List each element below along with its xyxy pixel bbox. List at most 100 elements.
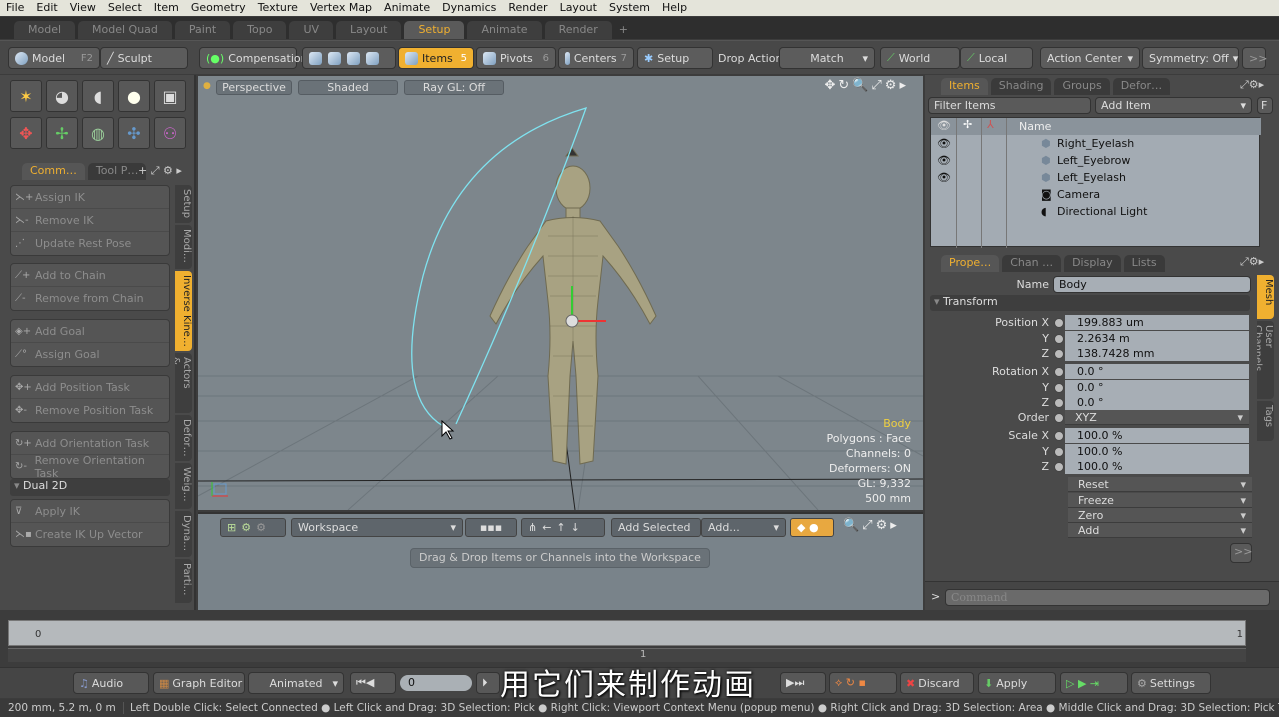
vtab-particles[interactable]: Parti…: [175, 559, 192, 603]
menu-layout[interactable]: Layout: [554, 0, 603, 16]
tab-topo[interactable]: Topo: [233, 21, 287, 39]
compensation-button[interactable]: (●) Compensation: [199, 47, 308, 69]
remove-ik-button[interactable]: ⋋- Remove IK: [11, 209, 169, 232]
layout-grid-button[interactable]: ▪▪▪: [465, 518, 517, 537]
tab-deformers[interactable]: Defor…: [1112, 78, 1171, 95]
hierarchy-nav-buttons[interactable]: ⋔←↑↓: [521, 518, 605, 537]
viewport-menu-icon[interactable]: ●: [203, 81, 211, 91]
tab-setup[interactable]: Setup: [404, 21, 465, 39]
name-column-header[interactable]: Name: [1019, 120, 1051, 133]
tab-animate[interactable]: Animate: [467, 21, 542, 39]
tab-uv[interactable]: UV: [289, 21, 334, 39]
items-mode-button[interactable]: Items 5: [398, 47, 474, 69]
dual-2d-section[interactable]: ▾ Dual 2D: [10, 479, 170, 496]
add-goal-button[interactable]: ◈+ Add Goal: [11, 320, 169, 343]
add-link-icon[interactable]: ⚙: [256, 521, 266, 534]
workspace-nav-icons[interactable]: 🔍⤢⚙▸: [843, 518, 900, 533]
command-input[interactable]: Command: [945, 589, 1270, 606]
menu-texture[interactable]: Texture: [252, 0, 304, 16]
apply-button[interactable]: ⬇ Apply: [978, 672, 1056, 694]
setup-mode-button[interactable]: ✱ Setup: [637, 47, 713, 69]
menu-file[interactable]: File: [0, 0, 30, 16]
world-button[interactable]: ⟋ World: [880, 47, 960, 69]
model-button[interactable]: Model F2: [8, 47, 100, 69]
menu-help[interactable]: Help: [656, 0, 693, 16]
tab-render[interactable]: Render: [544, 21, 612, 39]
frame-input[interactable]: 0: [400, 675, 472, 691]
eye-icon[interactable]: 👁: [937, 137, 951, 150]
vtab-modifiers[interactable]: Modi…: [175, 225, 192, 269]
selection-mode-buttons[interactable]: [302, 47, 396, 69]
assign-goal-button[interactable]: ⟋° Assign Goal: [11, 343, 169, 366]
tab-lists[interactable]: Lists: [1123, 255, 1165, 272]
menu-view[interactable]: View: [64, 0, 102, 16]
toolbar-more-button[interactable]: >>: [1242, 47, 1267, 69]
remove-orientation-task-button[interactable]: ↻- Remove Orientation Task: [11, 454, 169, 480]
raygl-toggle[interactable]: Ray GL: Off: [404, 80, 504, 95]
panel-header-icons[interactable]: + ⤢ ⚙ ▸: [138, 164, 182, 178]
items-panel-header-icons[interactable]: ⤢⚙▸: [1240, 78, 1264, 92]
scale-z-input[interactable]: 100.0 %: [1065, 459, 1249, 474]
vtab-deformers[interactable]: Defor…: [175, 415, 192, 461]
rotate-tool-icon[interactable]: ✢: [46, 117, 78, 149]
item-row[interactable]: 👁 ⬢ Left_Eyebrow: [931, 154, 1261, 171]
position-x-input[interactable]: 199.883 um: [1065, 315, 1249, 330]
item-row[interactable]: ◖ Directional Light: [931, 205, 1261, 222]
vtab-dynamics[interactable]: Dyna…: [175, 511, 192, 557]
tab-properties[interactable]: Prope…: [941, 255, 1000, 272]
menu-select[interactable]: Select: [102, 0, 148, 16]
item-row[interactable]: ◙ Camera: [931, 188, 1261, 205]
apply-ik-button[interactable]: ⊽ Apply IK: [11, 500, 169, 523]
timeline-track[interactable]: 0 1: [8, 620, 1246, 646]
item-row[interactable]: 👁 ⬢ Left_Eyelash: [931, 171, 1261, 188]
keyframe-dot[interactable]: [1054, 447, 1064, 457]
camera-tool-icon[interactable]: ◕: [46, 80, 78, 112]
move-tool-icon[interactable]: ✥: [10, 117, 42, 149]
keyframe-dot[interactable]: [1054, 318, 1064, 328]
position-y-input[interactable]: 2.2634 m: [1065, 331, 1249, 346]
add-to-chain-button[interactable]: ⟋+ Add to Chain: [11, 264, 169, 287]
vtab-weights[interactable]: Weig…: [175, 463, 192, 509]
add-dropdown[interactable]: Add: [1068, 523, 1252, 538]
sun-light-icon[interactable]: ●: [118, 80, 150, 112]
animated-dropdown[interactable]: Animated ▾: [248, 672, 344, 694]
menu-dynamics[interactable]: Dynamics: [436, 0, 502, 16]
camera-rig-icon[interactable]: ▣: [154, 80, 186, 112]
workspace-dropdown[interactable]: Workspace ▾: [291, 518, 463, 537]
tab-channels[interactable]: Chan …: [1002, 255, 1062, 272]
properties-more-button[interactable]: >>: [1230, 543, 1252, 563]
tab-model-quad[interactable]: Model Quad: [78, 21, 172, 39]
keyframe-dot[interactable]: [1054, 367, 1064, 377]
add-tab-button[interactable]: +: [615, 21, 632, 39]
local-button[interactable]: ⟋ Local: [960, 47, 1033, 69]
keyframe-dot[interactable]: [1054, 398, 1064, 408]
playback-buttons[interactable]: ▷ ▶ ⇥: [1060, 672, 1128, 694]
vtab-mesh[interactable]: Mesh: [1257, 275, 1274, 319]
pivots-mode-button[interactable]: Pivots 6: [476, 47, 556, 69]
polygon-mode-icon[interactable]: [347, 51, 360, 65]
scale-x-input[interactable]: 100.0 %: [1065, 428, 1249, 443]
transform-tool-icon[interactable]: ✶: [10, 80, 42, 112]
transform-section[interactable]: ▾ Transform: [930, 295, 1250, 311]
add-orientation-task-button[interactable]: ↻+ Add Orientation Task: [11, 432, 169, 455]
vtab-user-channels[interactable]: User Channels: [1257, 321, 1274, 399]
graph-editor-button[interactable]: ▦ Graph Editor: [153, 672, 245, 694]
tab-display[interactable]: Display: [1064, 255, 1121, 272]
material-mode-icon[interactable]: [366, 51, 379, 65]
tab-groups[interactable]: Groups: [1054, 78, 1110, 95]
tab-commands[interactable]: Comm…: [22, 163, 85, 180]
menu-geometry[interactable]: Geometry: [185, 0, 252, 16]
key-buttons[interactable]: ⟡ ↻ ▪: [829, 672, 897, 694]
add-position-task-button[interactable]: ✥+ Add Position Task: [11, 376, 169, 399]
sphere-rotate-icon[interactable]: ◍: [82, 117, 114, 149]
name-input[interactable]: Body: [1053, 276, 1251, 293]
assign-ik-button[interactable]: ⋋+ Assign IK: [11, 186, 169, 209]
eye-icon[interactable]: 👁: [937, 171, 951, 184]
tab-shading[interactable]: Shading: [990, 78, 1052, 95]
scale-y-input[interactable]: 100.0 %: [1065, 444, 1249, 459]
keyframe-dot[interactable]: [1054, 413, 1064, 423]
keyframe-dot[interactable]: [1054, 431, 1064, 441]
sculpt-button[interactable]: ╱ Sculpt: [100, 47, 188, 69]
add-selected-button[interactable]: Add Selected: [611, 518, 701, 537]
symmetry-dropdown[interactable]: Symmetry: Off ▾: [1142, 47, 1239, 69]
